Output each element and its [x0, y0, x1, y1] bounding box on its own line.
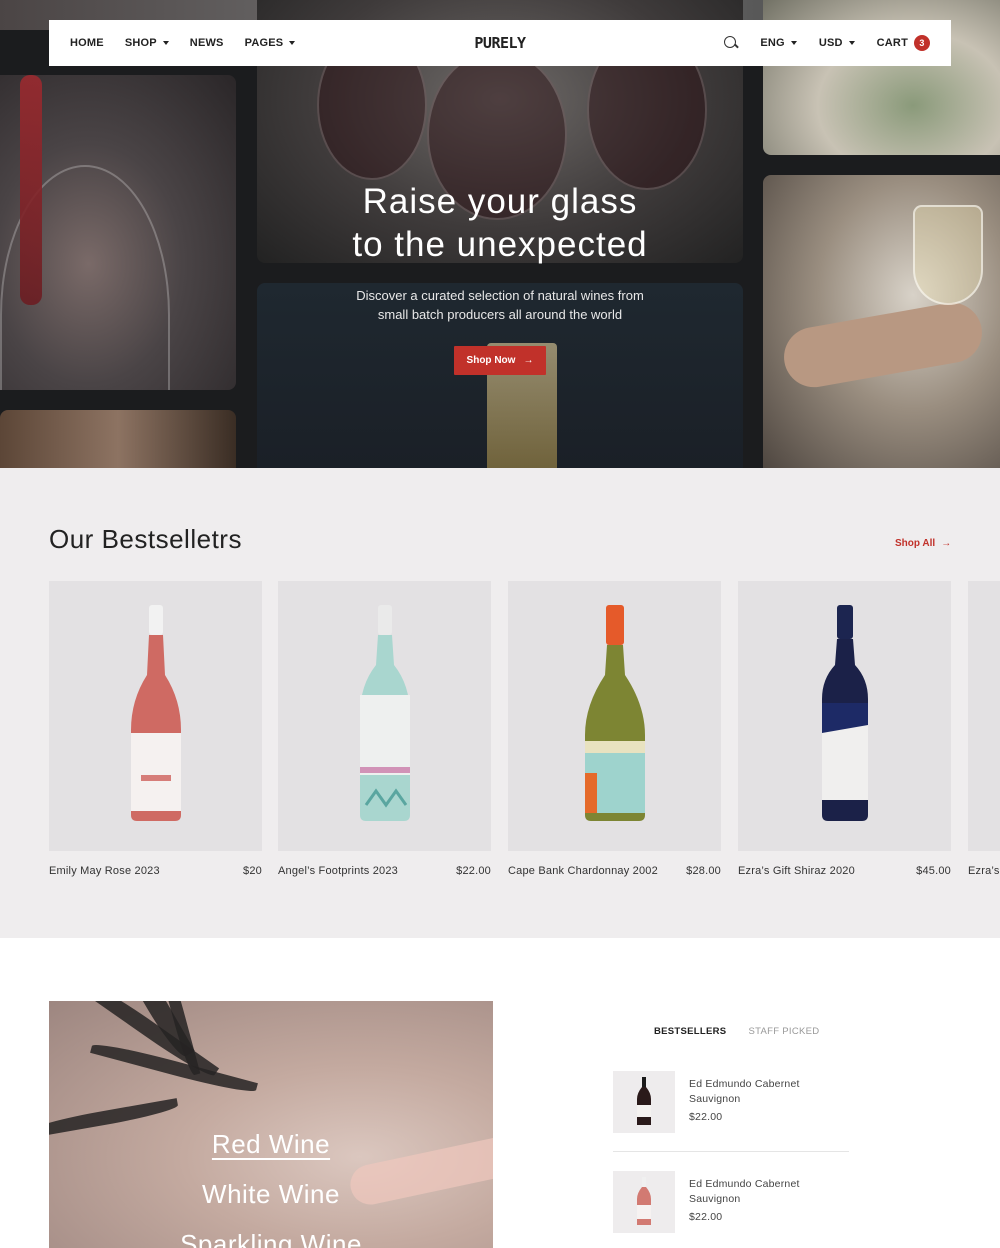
currency-label: USD [818, 37, 843, 49]
cart-link[interactable]: CART 3 [877, 35, 930, 51]
product-price: $20 [243, 865, 262, 877]
product-meta: Emily May Rose 2023 $20 [49, 865, 262, 877]
product-card[interactable]: Ezra’s [968, 581, 1000, 877]
list-item-info: Ed Edmundo Cabernet Sauvignon $22.00 [689, 1171, 800, 1233]
list-item-name[interactable]: Ed Edmundo Cabernet Sauvignon [689, 1177, 800, 1207]
hero-image-barrels [0, 410, 236, 468]
nav-news[interactable]: NEWS [190, 37, 224, 49]
category-banner: Red Wine White Wine Sparkling Wine [49, 1001, 493, 1248]
nav-home[interactable]: HOME [70, 37, 104, 49]
nav-shop-label: SHOP [124, 37, 157, 49]
hero-section: Raise your glass to the unexpected Disco… [0, 0, 1000, 468]
hero-content: Raise your glass to the unexpected Disco… [0, 180, 1000, 375]
product-list-tabs: BESTSELLERS STAFF PICKED [654, 1026, 819, 1037]
shop-all-label: Shop All [895, 538, 936, 549]
category-link-white-wine[interactable]: White Wine [202, 1179, 340, 1209]
rose-bottle-thumb [637, 1177, 651, 1225]
product-name[interactable]: Cape Bank Chardonnay 2002 [508, 865, 658, 877]
hero-subtitle: Discover a curated selection of natural … [0, 286, 1000, 324]
site-logo[interactable]: PURELY [474, 34, 526, 52]
product-meta: Angel’s Footprints 2023 $22.00 [278, 865, 491, 877]
product-meta: Ezra’s Gift Shiraz 2020 $45.00 [738, 865, 951, 877]
nav-pages-label: PAGES [244, 37, 284, 49]
bestsellers-section: Our Bestselletrs Shop All → Emily May Ros… [0, 468, 1000, 938]
hero-subtitle-line2: small batch producers all around the wor… [377, 307, 623, 322]
product-name[interactable]: Ezra’s [968, 865, 1000, 877]
chevron-down-icon [848, 41, 855, 45]
product-image[interactable] [968, 581, 1000, 851]
search-icon[interactable] [724, 36, 738, 50]
category-link-red-wine[interactable]: Red Wine [212, 1129, 330, 1159]
red-bottle-thumb [637, 1077, 651, 1125]
tab-bestsellers[interactable]: BESTSELLERS [654, 1026, 726, 1037]
product-card[interactable]: Ezra’s Gift Shiraz 2020 $45.00 [738, 581, 951, 877]
list-item[interactable]: Ed Edmundo Cabernet Sauvignon $22.00 [613, 1171, 849, 1233]
arrow-right-icon: → [523, 355, 534, 366]
chevron-down-icon [790, 41, 797, 45]
product-image[interactable] [508, 581, 721, 851]
hero-title-line1: Raise your glass [362, 182, 638, 221]
list-item-name[interactable]: Ed Edmundo Cabernet Sauvignon [689, 1077, 800, 1107]
product-image[interactable] [278, 581, 491, 851]
nav-pages[interactable]: PAGES [245, 37, 296, 49]
bestsellers-title: Our Bestselletrs [49, 524, 242, 554]
list-item-price: $22.00 [689, 1211, 723, 1223]
hero-subtitle-line1: Discover a curated selection of natural … [356, 288, 644, 303]
cart-count-badge: 3 [914, 35, 930, 51]
product-card[interactable]: Emily May Rose 2023 $20 [49, 581, 262, 877]
product-image[interactable] [49, 581, 262, 851]
shop-all-link[interactable]: Shop All → [895, 538, 951, 549]
product-card[interactable]: Angel’s Footprints 2023 $22.00 [278, 581, 491, 877]
list-divider [613, 1151, 849, 1152]
tab-staff-picked[interactable]: STAFF PICKED [748, 1026, 819, 1037]
chardonnay-bottle-image [584, 605, 645, 821]
nav-links: HOME SHOP NEWS PAGES [70, 37, 296, 49]
language-label: ENG [760, 37, 785, 49]
product-name[interactable]: Emily May Rose 2023 [49, 865, 160, 877]
top-navbar: HOME SHOP NEWS PAGES PURELY ENG USD CART… [49, 20, 951, 66]
list-item-price: $22.00 [689, 1111, 723, 1123]
product-name[interactable]: Angel’s Footprints 2023 [278, 865, 398, 877]
white-bottle-image [359, 605, 410, 821]
product-price: $45.00 [916, 865, 951, 877]
shop-now-label: Shop Now [466, 355, 516, 366]
list-item-thumbnail[interactable] [613, 1171, 675, 1233]
list-item-name-line2: Sauvignon [689, 1193, 741, 1205]
product-image[interactable] [738, 581, 951, 851]
hero-title-line2: to the unexpected [352, 225, 648, 264]
product-price: $28.00 [686, 865, 721, 877]
list-item-info: Ed Edmundo Cabernet Sauvignon $22.00 [689, 1071, 800, 1133]
chevron-down-icon [162, 41, 169, 45]
product-meta: Cape Bank Chardonnay 2002 $28.00 [508, 865, 721, 877]
category-link-sparkling-wine[interactable]: Sparkling Wine [180, 1229, 362, 1248]
product-name[interactable]: Ezra’s Gift Shiraz 2020 [738, 865, 855, 877]
nav-utilities: ENG USD CART 3 [724, 35, 930, 51]
product-meta: Ezra’s [968, 865, 1000, 877]
shop-now-button[interactable]: Shop Now → [453, 346, 547, 375]
nav-news-label: NEWS [189, 37, 224, 49]
arrow-right-icon: → [941, 538, 952, 549]
list-item[interactable]: Ed Edmundo Cabernet Sauvignon $22.00 [613, 1071, 849, 1133]
list-item-name-line1: Ed Edmundo Cabernet [689, 1078, 800, 1090]
chevron-down-icon [289, 41, 296, 45]
category-links: Red Wine White Wine Sparkling Wine [49, 1119, 493, 1248]
product-price: $22.00 [456, 865, 491, 877]
list-item-name-line1: Ed Edmundo Cabernet [689, 1178, 800, 1190]
hero-title: Raise your glass to the unexpected [0, 180, 1000, 266]
language-selector[interactable]: ENG [760, 37, 797, 49]
rose-bottle-image [130, 605, 181, 821]
nav-home-label: HOME [70, 37, 104, 49]
nav-shop[interactable]: SHOP [125, 37, 169, 49]
currency-selector[interactable]: USD [819, 37, 855, 49]
shiraz-bottle-image [821, 605, 868, 821]
list-item-name-line2: Sauvignon [689, 1093, 741, 1105]
product-card[interactable]: Cape Bank Chardonnay 2002 $28.00 [508, 581, 721, 877]
cart-label: CART [876, 37, 908, 49]
list-item-thumbnail[interactable] [613, 1071, 675, 1133]
